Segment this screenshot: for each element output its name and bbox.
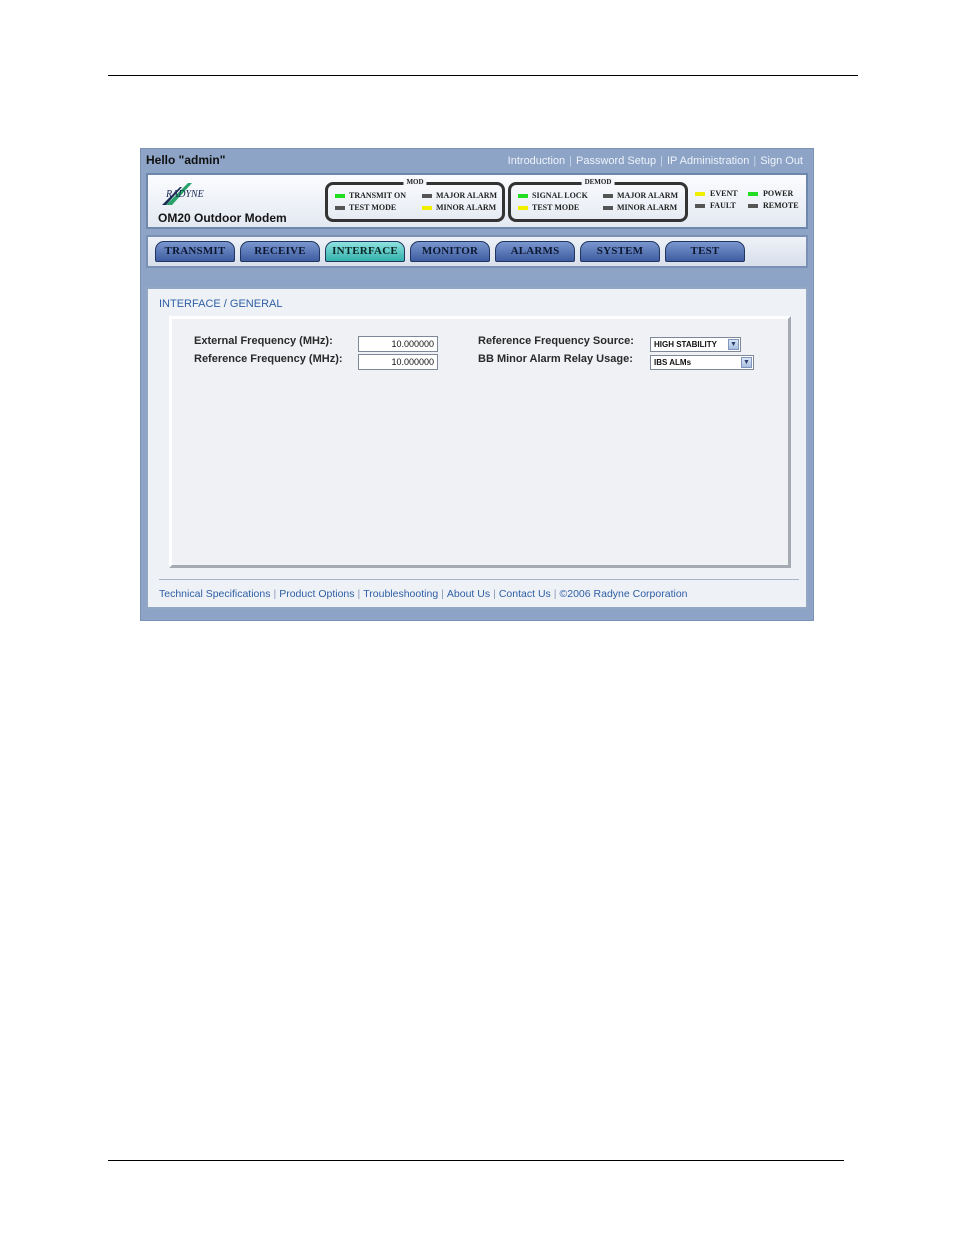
link-sign-out[interactable]: Sign Out xyxy=(760,155,803,167)
external-frequency-input[interactable] xyxy=(358,336,438,352)
led-event xyxy=(695,192,705,196)
demod-title: DEMOD xyxy=(581,178,615,186)
breadcrumb: INTERFACE / GENERAL xyxy=(159,298,283,310)
select-value: IBS ALMs xyxy=(654,358,692,367)
footer-link-technical-specifications[interactable]: Technical Specifications xyxy=(159,588,270,600)
led-major-alarm xyxy=(422,194,432,198)
led-label: FAULT xyxy=(710,201,736,210)
mod-status-group: MOD TRANSMIT ON TEST MODE MAJOR ALARM MI… xyxy=(325,178,505,222)
greeting: Hello "admin" xyxy=(146,153,226,167)
reference-source-select[interactable]: HIGH STABILITY ▼ xyxy=(650,337,741,352)
footer-links: Technical Specifications | Product Options… xyxy=(159,588,688,600)
tab-test[interactable]: TEST xyxy=(665,241,745,262)
model-name: OM20 Outdoor Modem xyxy=(158,211,287,225)
bb-minor-alarm-label: BB Minor Alarm Relay Usage: xyxy=(478,353,633,365)
led-label: TRANSMIT ON xyxy=(349,191,406,200)
separator: | xyxy=(553,588,557,600)
footer-link-contact-us[interactable]: Contact Us xyxy=(499,588,551,600)
tab-interface[interactable]: INTERFACE xyxy=(325,241,405,262)
copyright: ©2006 Radyne Corporation xyxy=(559,588,688,600)
modem-web-ui: Hello "admin" Introduction | Password Setu… xyxy=(140,148,814,621)
led-label: TEST MODE xyxy=(532,203,580,212)
led-minor-alarm xyxy=(603,206,613,210)
tab-alarms[interactable]: ALARMS xyxy=(495,241,575,262)
led-label: SIGNAL LOCK xyxy=(532,191,588,200)
tab-system[interactable]: SYSTEM xyxy=(580,241,660,262)
led-major-alarm xyxy=(603,194,613,198)
led-label: MINOR ALARM xyxy=(617,203,678,212)
footer-link-about-us[interactable]: About Us xyxy=(447,588,490,600)
separator: | xyxy=(357,588,361,600)
led-test-mode xyxy=(335,206,345,210)
separator: | xyxy=(441,588,444,600)
logo-text: RADYNE xyxy=(166,189,204,200)
separator: | xyxy=(660,155,663,167)
led-minor-alarm xyxy=(422,206,432,210)
link-introduction[interactable]: Introduction xyxy=(508,155,565,167)
reference-frequency-input[interactable] xyxy=(358,354,438,370)
footer-link-product-options[interactable]: Product Options xyxy=(279,588,354,600)
led-label: EVENT xyxy=(710,189,738,198)
tab-transmit[interactable]: TRANSMIT xyxy=(155,241,235,262)
link-ip-administration[interactable]: IP Administration xyxy=(667,155,749,167)
page-bottom-rule xyxy=(108,1160,844,1161)
external-frequency-label: External Frequency (MHz): xyxy=(194,335,333,347)
tab-receive[interactable]: RECEIVE xyxy=(240,241,320,262)
top-nav: Introduction | Password Setup | IP Administr… xyxy=(508,155,803,167)
led-label: MAJOR ALARM xyxy=(436,191,498,200)
led-label: MAJOR ALARM xyxy=(617,191,679,200)
reference-source-label: Reference Frequency Source: xyxy=(478,335,634,347)
led-fault xyxy=(695,204,705,208)
footer-divider xyxy=(159,579,799,580)
separator: | xyxy=(753,155,757,167)
tab-monitor[interactable]: MONITOR xyxy=(410,241,490,262)
led-label: REMOTE xyxy=(763,201,799,210)
reference-frequency-label: Reference Frequency (MHz): xyxy=(194,353,343,365)
link-password-setup[interactable]: Password Setup xyxy=(576,155,656,167)
led-label: MINOR ALARM xyxy=(436,203,497,212)
chevron-down-icon[interactable]: ▼ xyxy=(728,339,739,350)
led-signal-lock xyxy=(518,194,528,198)
separator: | xyxy=(273,588,277,600)
led-power xyxy=(748,192,758,196)
bb-minor-alarm-select[interactable]: IBS ALMs ▼ xyxy=(650,355,754,370)
chevron-down-icon[interactable]: ▼ xyxy=(741,357,752,368)
footer-link-troubleshooting[interactable]: Troubleshooting xyxy=(363,588,438,600)
led-remote xyxy=(748,204,758,208)
content-panel: INTERFACE / GENERAL External Frequency (… xyxy=(146,287,808,609)
mod-title: MOD xyxy=(403,178,427,186)
demod-status-group: DEMOD SIGNAL LOCK TEST MODE MAJOR ALARM … xyxy=(508,178,688,222)
led-label: POWER xyxy=(763,189,794,198)
main-tabs: TRANSMIT RECEIVE INTERFACE MONITOR ALARM… xyxy=(146,235,808,268)
status-bar: RADYNE OM20 Outdoor Modem MOD TRANSMIT O… xyxy=(146,173,808,229)
separator: | xyxy=(493,588,496,600)
interface-general-form: External Frequency (MHz): Reference Freq… xyxy=(169,316,791,568)
page-top-rule xyxy=(108,75,858,76)
select-value: HIGH STABILITY xyxy=(654,340,717,349)
led-label: TEST MODE xyxy=(349,203,397,212)
separator: | xyxy=(569,155,573,167)
led-transmit-on xyxy=(335,194,345,198)
led-test-mode xyxy=(518,206,528,210)
